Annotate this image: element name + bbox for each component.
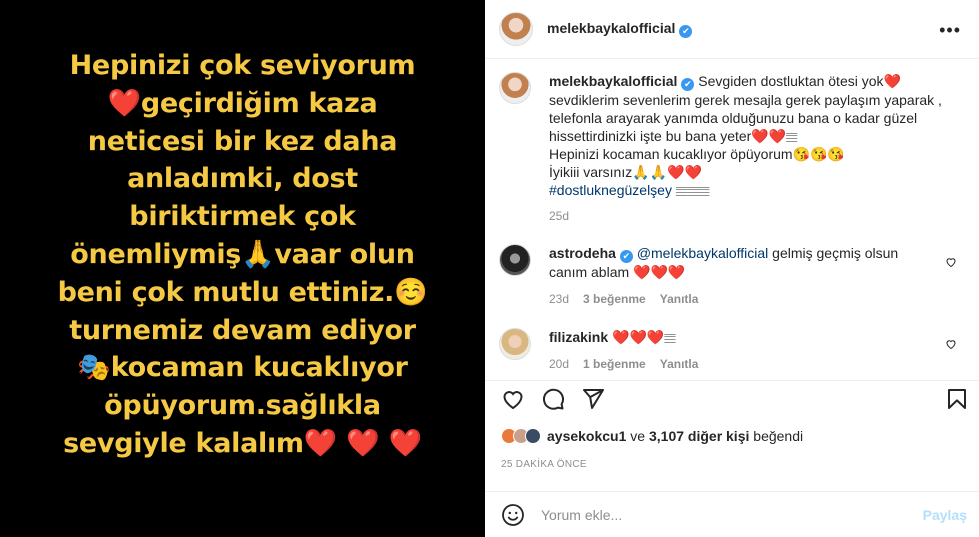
comment-likes[interactable]: 1 beğenme: [583, 357, 646, 371]
caption-time[interactable]: 25d: [549, 209, 569, 223]
caption-text: Hepinizi kocaman kucaklıyor öpüyorum😘😘😘: [549, 146, 845, 162]
liker-username[interactable]: aysekokcu1: [547, 428, 626, 444]
story-line: sevgiyle kalalım❤️ ❤️ ❤️: [63, 427, 422, 459]
comment-time[interactable]: 23d: [549, 292, 569, 306]
comment-likes[interactable]: 3 beğenme: [583, 292, 646, 306]
hashtag-link[interactable]: #dostluknegüzelşey: [549, 182, 672, 198]
post-timestamp[interactable]: 25 DAKİKA ÖNCE: [501, 459, 587, 470]
story-line: turnemiz devam ediyor: [69, 314, 416, 346]
caption: melekbaykalofficial ✔ Sevgiden dostluktan…: [499, 72, 965, 225]
emoji-icon[interactable]: [501, 503, 525, 527]
story-line: neticesi bir kez daha: [87, 125, 398, 157]
verified-icon: ✔: [679, 25, 693, 38]
action-bar: [485, 380, 979, 420]
share-icon[interactable]: [581, 387, 605, 411]
liker-avatar[interactable]: [525, 428, 541, 444]
post-comment-button[interactable]: Paylaş: [923, 507, 967, 523]
caption-username[interactable]: melekbaykalofficial: [549, 73, 677, 89]
comment-text: ❤️❤️❤️𝄙: [612, 329, 676, 345]
comment-time[interactable]: 20d: [549, 357, 569, 371]
caption-text: 𝄙𝄙𝄙: [675, 182, 710, 198]
story-text: Hepinizi çok seviyorum ❤️geçirdiğim kaza…: [43, 47, 443, 463]
comment-icon[interactable]: [541, 387, 565, 411]
comments-list[interactable]: melekbaykalofficial ✔ Sevgiden dostluktan…: [485, 60, 979, 380]
likes-conj: ve: [630, 428, 646, 444]
comment-text: canım ablam ❤️❤️❤️: [549, 264, 686, 280]
story-line: öpüyorum.sağlıkla: [104, 390, 381, 422]
caption-text: hissettirdinizki işte bu bana yeter❤️❤️𝄙: [549, 128, 798, 144]
caption-text: sevdiklerim sevenlerim gerek mesajla ger…: [549, 92, 942, 108]
caption-text: Sevgiden dostluktan ötesi yok❤️: [698, 73, 901, 89]
header-username[interactable]: melekbaykalofficial: [547, 20, 675, 36]
add-comment-bar: Paylaş: [485, 491, 979, 537]
save-icon[interactable]: [945, 387, 969, 411]
caption-text: telefonla arayarak yanımda olduğunuzu ba…: [549, 110, 918, 126]
story-line: biriktirmek çok: [129, 201, 356, 233]
avatar[interactable]: [499, 244, 531, 276]
story-line: beni çok mutlu ettiniz.☺️: [57, 276, 428, 308]
story-line: Hepinizi çok seviyorum: [69, 50, 416, 81]
comment-item: filizakink ❤️❤️❤️𝄙 20d 1 beğenme Yanıtla: [499, 328, 965, 373]
story-line: önemliymiş🙏vaar olun: [70, 238, 415, 270]
comment-item: astrodeha ✔ @melekbaykalofficial gelmiş g…: [499, 244, 965, 308]
avatar[interactable]: [499, 12, 533, 46]
verified-icon: ✔: [681, 78, 695, 91]
story-line: ❤️geçirdiğim kaza: [107, 87, 378, 119]
mention-link[interactable]: @melekbaykalofficial: [637, 245, 768, 261]
caption-text: İyikiii varsınız🙏🙏❤️❤️: [549, 164, 702, 180]
reply-button[interactable]: Yanıtla: [660, 357, 699, 371]
comment-text: gelmiş geçmiş olsun: [772, 245, 899, 261]
avatar[interactable]: [499, 72, 531, 104]
likes-count[interactable]: 3,107 diğer kişi: [649, 428, 749, 444]
likes-suffix: beğendi: [753, 428, 804, 444]
reply-button[interactable]: Yanıtla: [660, 292, 699, 306]
story-line: anladımki, dost: [127, 163, 358, 195]
post-image[interactable]: Hepinizi çok seviyorum ❤️geçirdiğim kaza…: [0, 0, 485, 537]
comment-username[interactable]: filizakink: [549, 329, 608, 345]
like-icon[interactable]: [501, 387, 525, 411]
post-header: melekbaykalofficial ✔ •••: [485, 0, 979, 59]
post-sidebar: melekbaykalofficial ✔ ••• melekbaykaloffi…: [485, 0, 979, 537]
comment-input[interactable]: [541, 506, 911, 523]
likes-summary: aysekokcu1 ve 3,107 diğer kişi beğendi: [501, 428, 803, 444]
avatar[interactable]: [499, 328, 531, 360]
like-comment-icon[interactable]: [945, 338, 957, 350]
like-comment-icon[interactable]: [945, 256, 957, 268]
verified-icon: ✔: [619, 250, 633, 263]
more-options-icon[interactable]: •••: [939, 20, 961, 41]
story-line: 🎭kocaman kucaklıyor: [77, 352, 408, 384]
comment-username[interactable]: astrodeha: [549, 245, 616, 261]
